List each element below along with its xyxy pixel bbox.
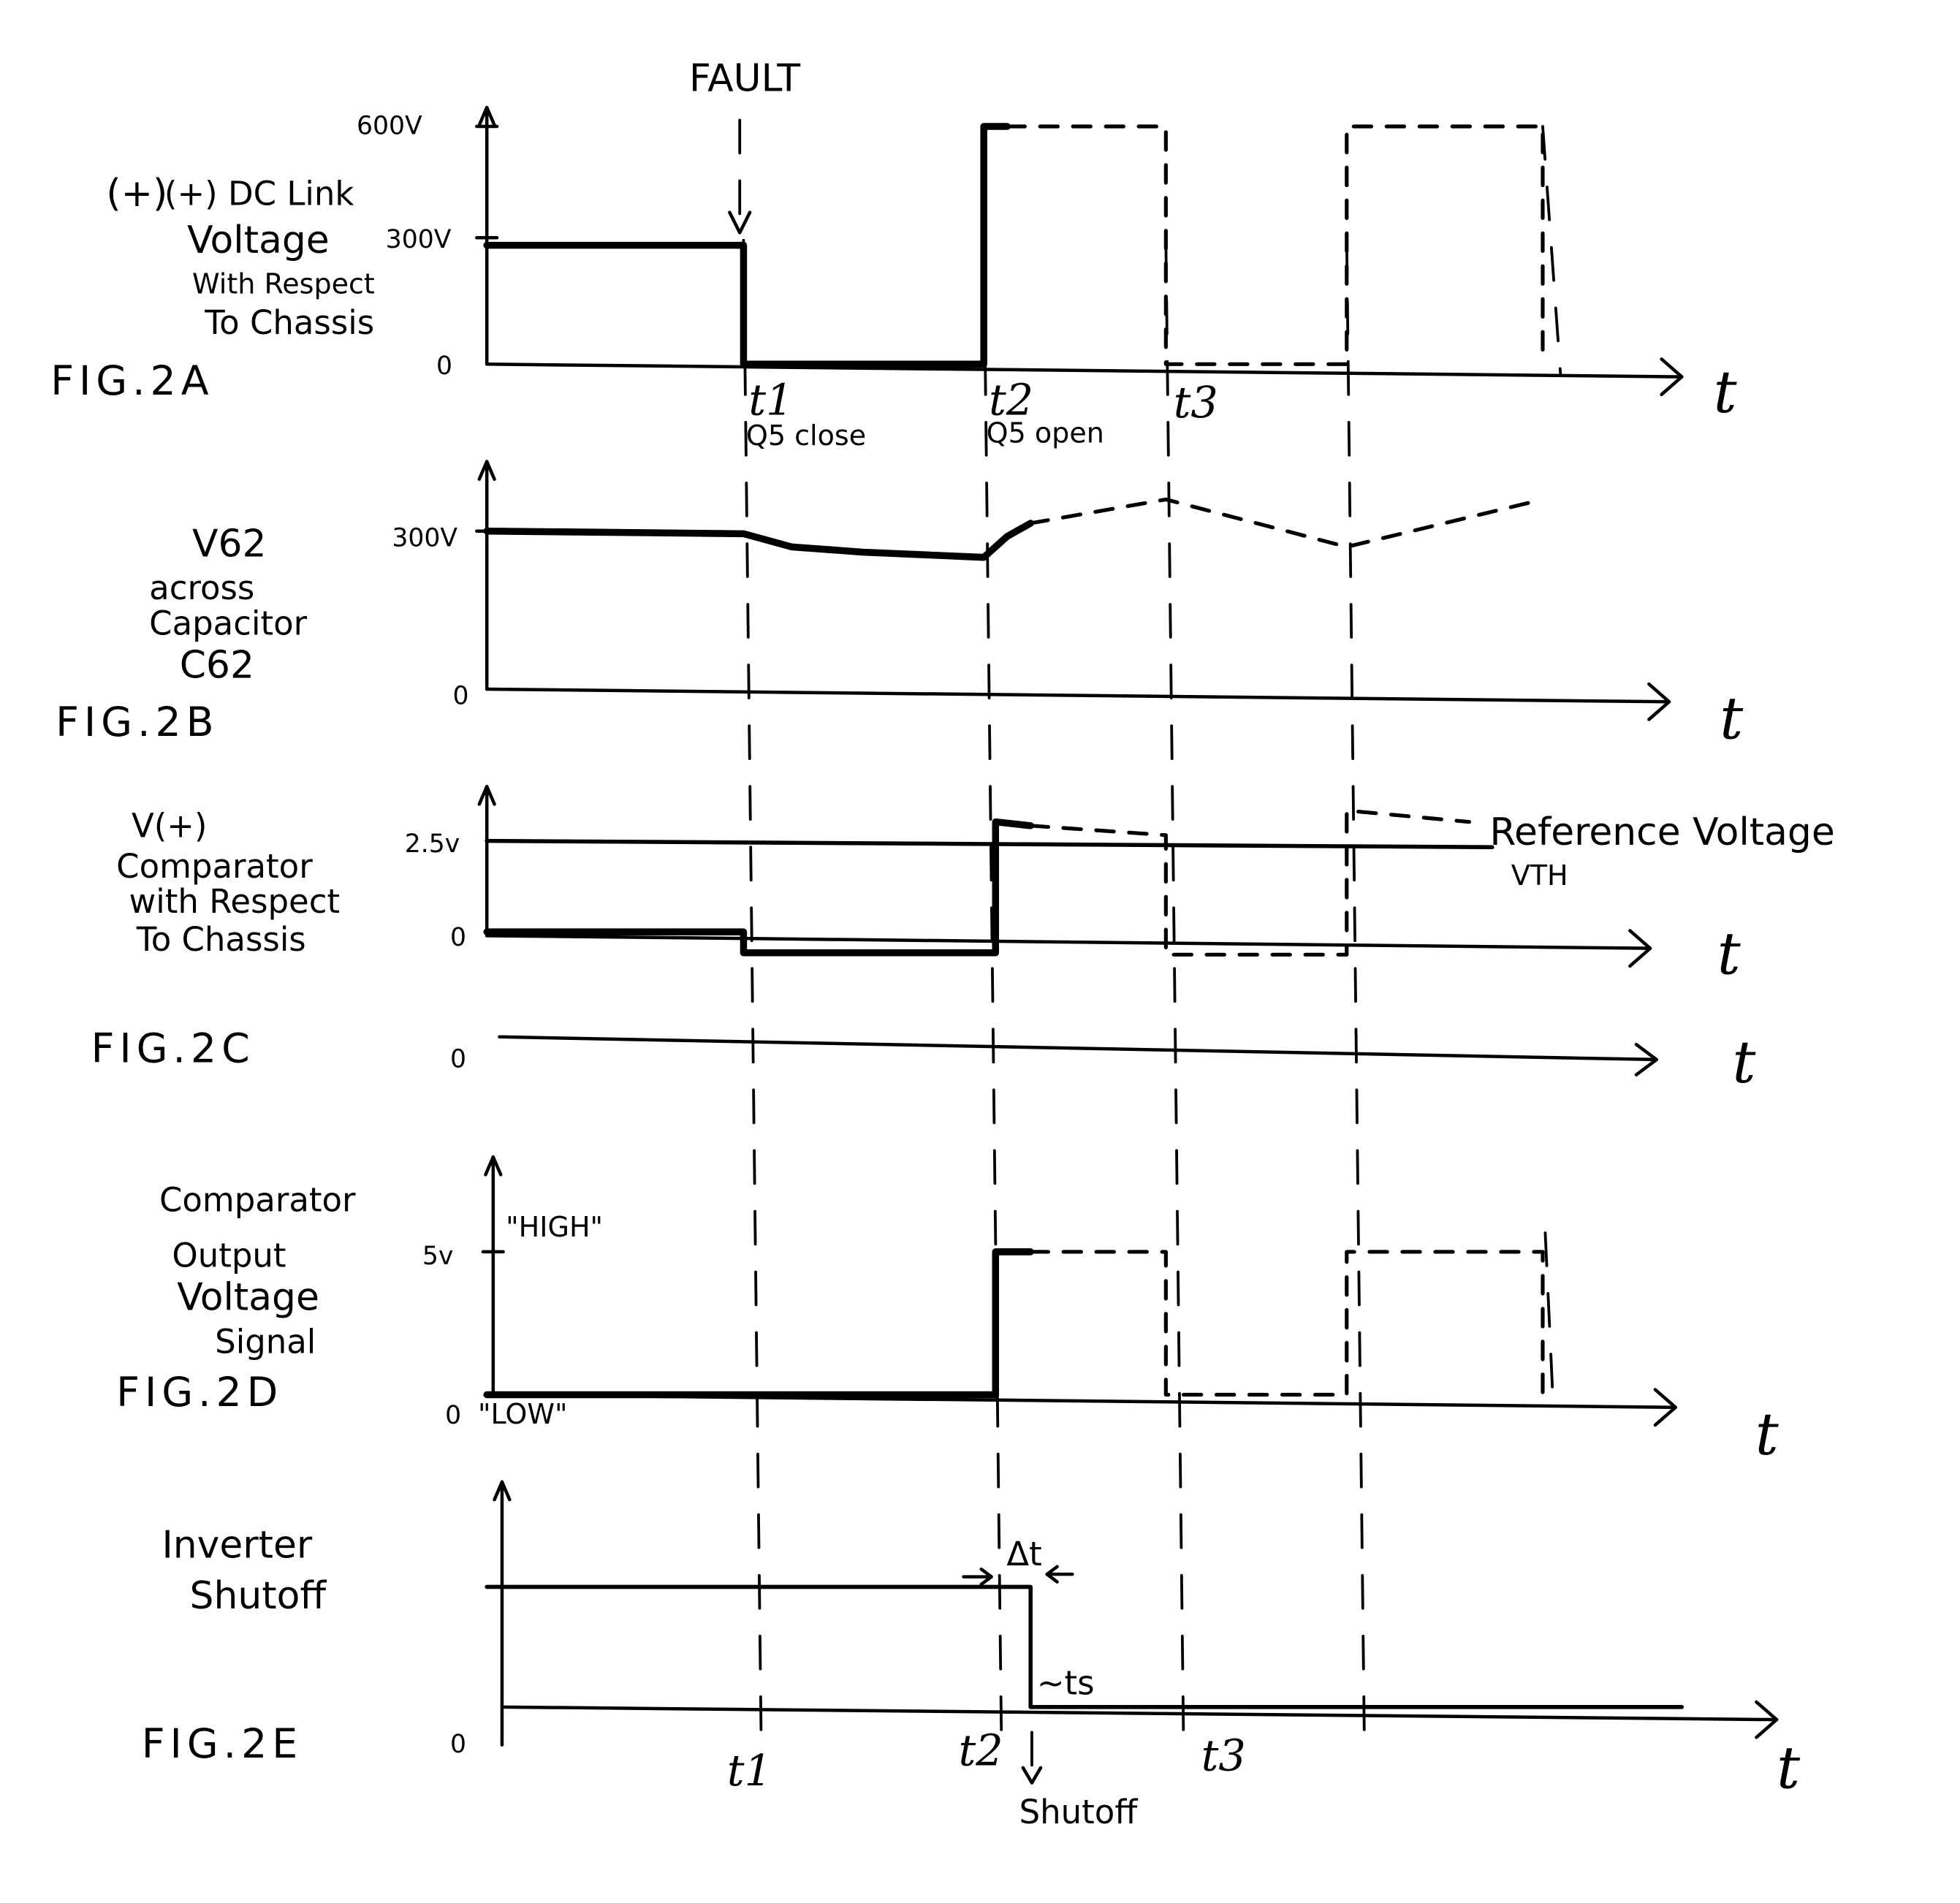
fig2a-t3-label: t3 (1174, 377, 1218, 428)
fig2b-tick-0: 0 (452, 682, 468, 711)
fig2e-fig-label: FIG.2E (142, 1721, 303, 1768)
fig2d-fig-label: FIG.2D (116, 1370, 283, 1416)
signals (483, 123, 1684, 1709)
fig2e-axis-label: t (1777, 1734, 1801, 1802)
fig2d-label-line-1: Comparator (159, 1181, 356, 1220)
fig2a-t1-label: t1 (748, 375, 793, 425)
fig2c-label-line-2: Comparator (116, 847, 313, 886)
fig2b-label-line-4: C62 (180, 643, 254, 687)
axes (475, 105, 1779, 1747)
fig2c-tick-0: 0 (450, 923, 466, 952)
panel-fig2a: (+) (+) DC Link Voltage With Respect To … (50, 111, 1737, 452)
guide-line-t5 (1541, 125, 1562, 375)
fig2c-tick-0-lower: 0 (450, 1044, 466, 1074)
fig2c-axis-label-lower: t (1733, 1028, 1757, 1096)
fig2a-axis-label: t (1714, 358, 1738, 426)
fig2a-t1-note: Q5 close (746, 419, 866, 452)
fig2a-label-line-3: With Respect (192, 267, 375, 300)
guide-line-t2 (982, 238, 1003, 1747)
fault-label: FAULT (689, 57, 800, 101)
fig2d-signal-solid (483, 1248, 1034, 1399)
fig2a-t2-note: Q5 open (987, 417, 1104, 449)
timing-diagram: FAULT (+) (+) DC Link Voltage With Respe… (50, 57, 1835, 1831)
fig2d-tick-0: 0 (445, 1401, 461, 1430)
fig2c-tick-2.5: 2.5v (405, 829, 460, 859)
fig2a-label-line-2: Voltage (187, 219, 330, 262)
fig2d-low-label: "LOW" (478, 1398, 567, 1430)
fig2b-label-line-1: V62 (192, 522, 267, 566)
fig2c-label-line-3: with Respect (129, 882, 340, 921)
fig2b-signal-dashed (1028, 497, 1545, 549)
fig2e-label-line-2: Shutoff (190, 1574, 327, 1618)
fig2c-label-line-4: To Chassis (136, 920, 306, 959)
fig2e-t2-label: t2 (959, 1725, 1003, 1775)
fig2b-signal-solid (483, 520, 1034, 561)
fig2d-signal-dashed (1028, 1250, 1545, 1397)
fig2c-x-axis (485, 934, 1652, 950)
shutoff-label: Shutoff (1019, 1793, 1139, 1831)
guide-line-t1 (742, 238, 763, 1747)
fig2d-axis-label: t (1755, 1400, 1779, 1468)
guide-line-t5-fig2d (1543, 1231, 1554, 1399)
fig2a-label-line-1: (+) DC Link (164, 174, 354, 213)
fig2d-label-line-3: Voltage (177, 1276, 319, 1320)
guide-line-t3 (1164, 238, 1185, 1747)
ts-label: ~ts (1037, 1664, 1095, 1703)
fig2e-t1-label: t1 (727, 1745, 772, 1796)
fig2d-label-line-2: Output (172, 1237, 286, 1275)
fig2b-fig-label: FIG.2B (56, 699, 219, 746)
fig2b-tick-300: 300V (392, 523, 457, 552)
fig2c-label-line-1: V(+) (132, 806, 208, 845)
reference-voltage-line (485, 838, 1494, 850)
fig2c-signal-dashed (1028, 808, 1472, 957)
fig2a-signal-solid (483, 123, 1011, 368)
fig2a-label-line-4: To Chassis (204, 303, 374, 342)
fig2d-tick-5v: 5v (422, 1242, 453, 1271)
shutoff-arrow-icon (1021, 1731, 1043, 1785)
fig2b-label-line-3: Capacitor (149, 604, 307, 643)
fig2c-fig-label: FIG.2C (91, 1025, 255, 1072)
reference-vth-label: VTH (1511, 859, 1568, 892)
fig2e-label-line-1: Inverter (162, 1524, 312, 1568)
fig2c-axis-label: t (1717, 919, 1741, 987)
reference-voltage-label: Reference Voltage (1489, 810, 1834, 854)
panel-fig2d: Comparator Output Voltage Signal FIG.2D … (116, 1181, 1779, 1468)
fig2d-label-line-4: Signal (215, 1322, 316, 1361)
fig2d-high-label: "HIGH" (506, 1211, 603, 1243)
guide-line-t4 (1345, 238, 1366, 1747)
fault-arrow-icon (728, 118, 752, 235)
fig2b-label-line-2: across (149, 569, 254, 607)
fig2a-x-axis (485, 362, 1684, 379)
fig2e-t3-label: t3 (1201, 1730, 1246, 1780)
fig2a-tick-600: 600V (357, 111, 422, 140)
fig2c-lower-x-axis (498, 1035, 1658, 1062)
fig2a-tick-300: 300V (386, 225, 452, 254)
fig2e-tick-0: 0 (450, 1730, 466, 1759)
panel-fig2e: Inverter Shutoff FIG.2E 0 t1 t2 t3 Δt ~t… (142, 1524, 1801, 1831)
fig2b-axis-label: t (1720, 684, 1744, 752)
fig2a-fig-label: FIG.2A (50, 358, 213, 405)
fig2b-x-axis (485, 687, 1671, 704)
fig2a-signal-dashed (1005, 124, 1545, 366)
polarity-icon: (+) (106, 172, 167, 216)
delta-t-label: Δt (1006, 1535, 1041, 1573)
fig2a-tick-0: 0 (436, 352, 452, 381)
